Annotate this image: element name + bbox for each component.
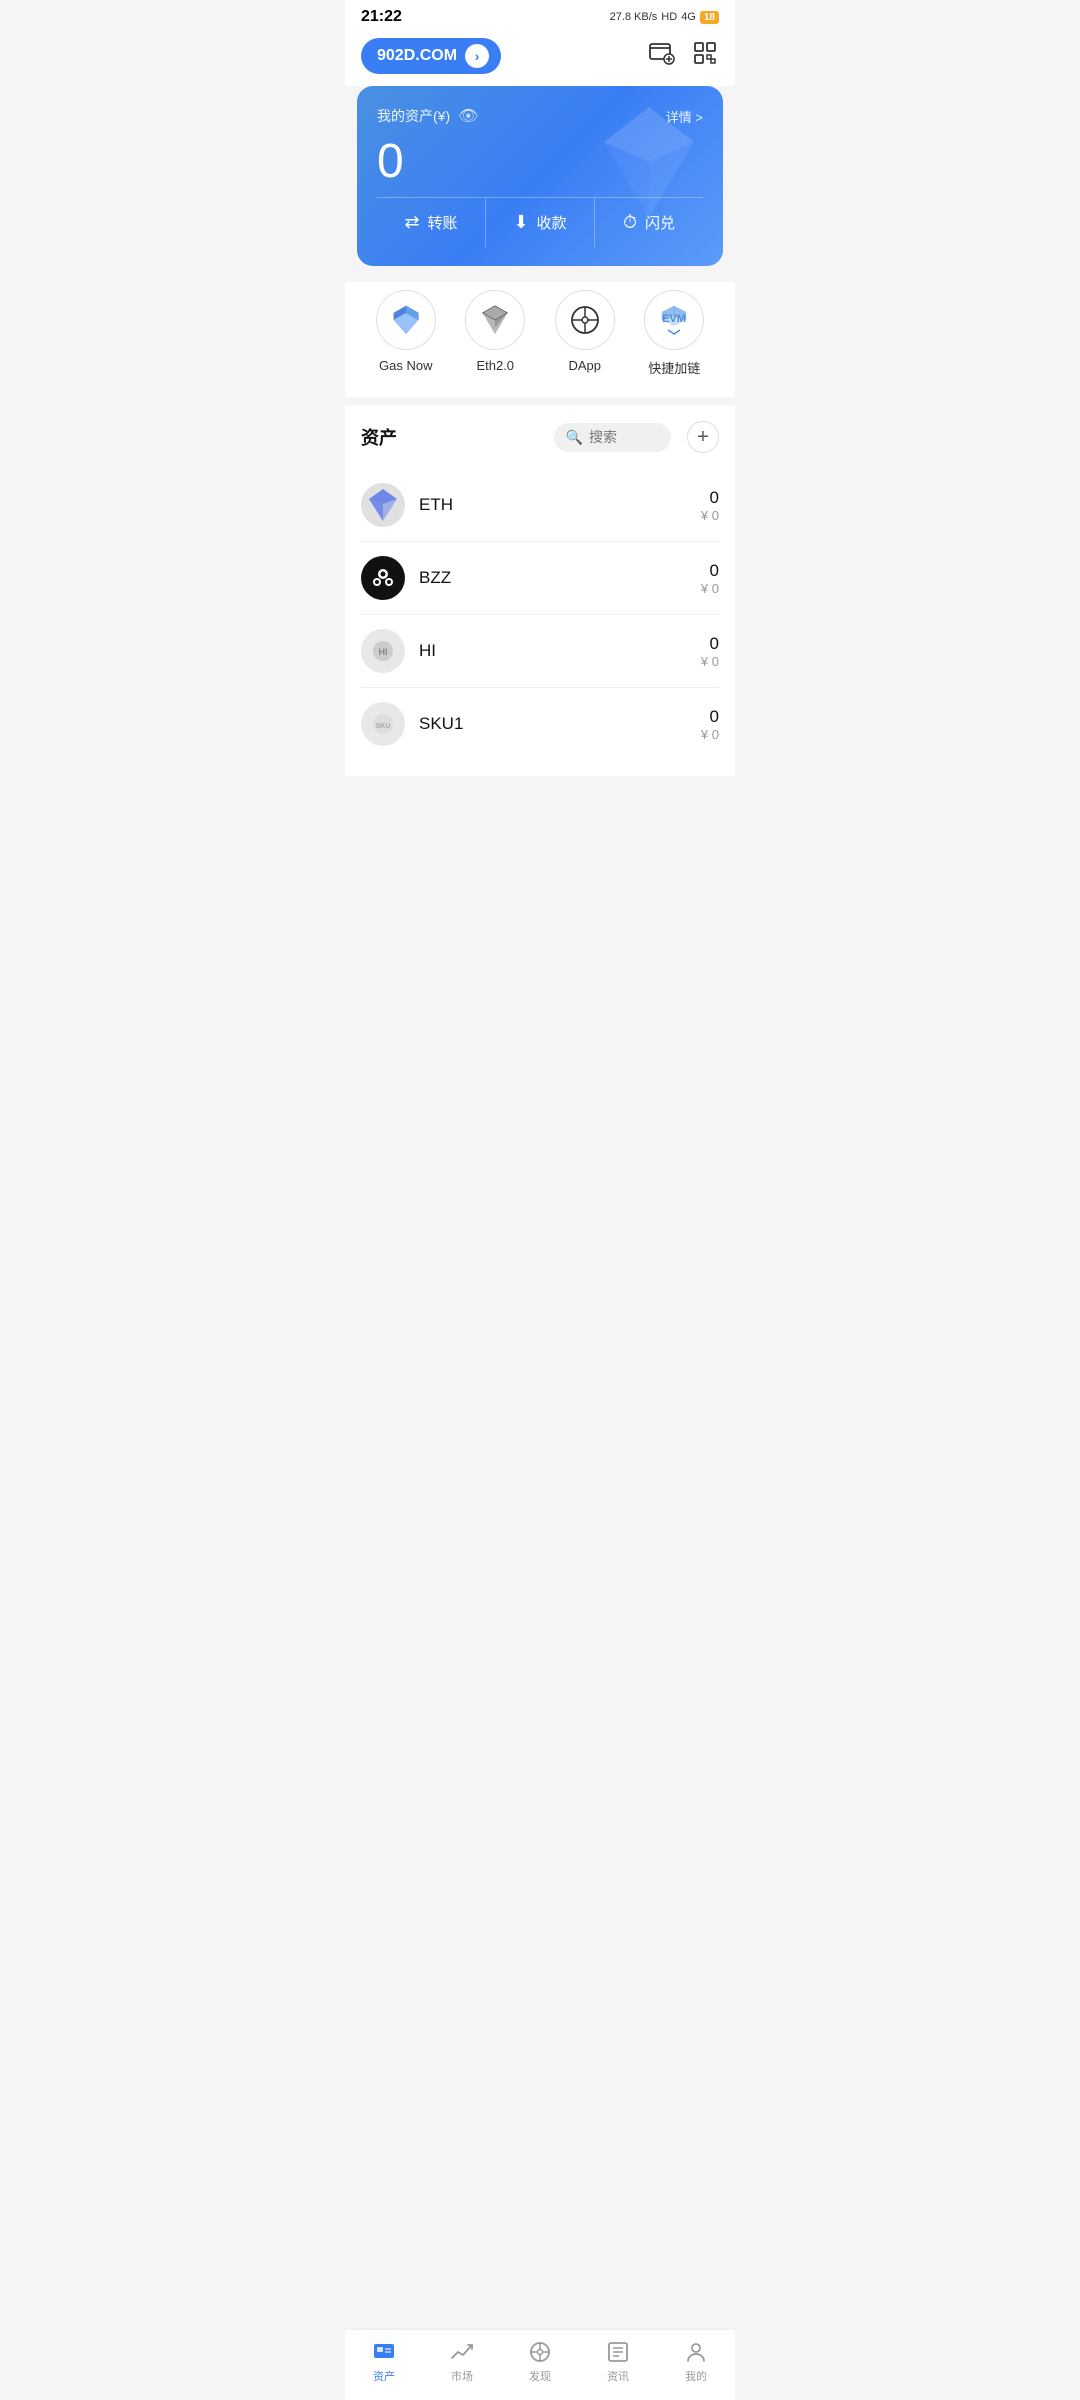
battery-indicator: 18 xyxy=(700,11,719,24)
eth-amount: 0 xyxy=(701,488,719,508)
domain-label: 902D.COM xyxy=(377,47,457,65)
sku1-token-name: SKU1 xyxy=(419,714,701,734)
quick-item-quick-chain[interactable]: EVM 快捷加链 xyxy=(644,290,704,377)
bzz-cny: ¥ 0 xyxy=(701,581,719,596)
hd-badge: HD xyxy=(661,11,677,23)
asset-label: 我的资产(¥) 👁 xyxy=(377,106,478,126)
market-nav-label: 市场 xyxy=(451,2368,473,2384)
hi-cny: ¥ 0 xyxy=(701,654,719,669)
gas-now-icon-circle xyxy=(376,290,436,350)
svg-text:SKU: SKU xyxy=(376,723,391,730)
domain-arrow-icon: › xyxy=(465,44,489,68)
news-nav-icon xyxy=(606,2340,630,2364)
status-bar: 21:22 27.8 KB/s HD 4G 18 xyxy=(345,0,735,30)
transfer-label: 转账 xyxy=(428,212,458,233)
quick-item-eth2[interactable]: Eth2.0 xyxy=(465,290,525,377)
token-item-sku1[interactable]: SKU SKU1 0 ¥ 0 xyxy=(361,688,719,760)
eth-token-name: ETH xyxy=(419,495,701,515)
eth2-label: Eth2.0 xyxy=(476,358,514,373)
assets-nav-label: 资产 xyxy=(373,2368,395,2384)
asset-label-text: 我的资产(¥) xyxy=(377,106,450,126)
sku1-logo: SKU xyxy=(361,702,405,746)
discover-nav-label: 发现 xyxy=(529,2368,551,2384)
assets-title: 资产 xyxy=(361,424,397,450)
bzz-amounts: 0 ¥ 0 xyxy=(701,561,719,596)
quick-menu: Gas Now Eth2.0 xyxy=(345,282,735,397)
add-wallet-icon[interactable] xyxy=(647,39,675,74)
eye-icon[interactable]: 👁 xyxy=(458,106,478,126)
bzz-logo xyxy=(361,556,405,600)
dapp-label: DApp xyxy=(568,358,601,373)
status-time: 21:22 xyxy=(361,8,402,26)
profile-nav-icon xyxy=(684,2340,708,2364)
transfer-action[interactable]: ⇄ 转账 xyxy=(377,198,485,247)
token-item-hi[interactable]: HI HI 0 ¥ 0 xyxy=(361,615,719,688)
news-nav-label: 资讯 xyxy=(607,2368,629,2384)
receive-action[interactable]: ⬇ 收款 xyxy=(485,198,594,247)
sku1-cny: ¥ 0 xyxy=(701,727,719,742)
scan-icon[interactable] xyxy=(691,39,719,74)
nav-item-discover[interactable]: 发现 xyxy=(528,2340,552,2384)
sku1-amount: 0 xyxy=(701,707,719,727)
search-box[interactable]: 🔍 xyxy=(554,423,671,452)
add-token-button[interactable]: + xyxy=(687,421,719,453)
eth-amounts: 0 ¥ 0 xyxy=(701,488,719,523)
nav-item-market[interactable]: 市场 xyxy=(450,2340,474,2384)
header-icons xyxy=(647,39,719,74)
eth-logo xyxy=(361,483,405,527)
sku1-amounts: 0 ¥ 0 xyxy=(701,707,719,742)
hi-logo: HI xyxy=(361,629,405,673)
network-indicator: 4G xyxy=(681,11,696,23)
bottom-nav: 资产 市场 发现 资讯 xyxy=(345,2329,735,2400)
quick-item-dapp[interactable]: DApp xyxy=(555,290,615,377)
hi-amounts: 0 ¥ 0 xyxy=(701,634,719,669)
bzz-amount: 0 xyxy=(701,561,719,581)
eth-cny: ¥ 0 xyxy=(701,508,719,523)
market-nav-icon xyxy=(450,2340,474,2364)
token-item-bzz[interactable]: BZZ 0 ¥ 0 xyxy=(361,542,719,615)
receive-icon: ⬇ xyxy=(513,212,528,233)
assets-header: 资产 🔍 + xyxy=(361,421,719,453)
hi-token-name: HI xyxy=(419,641,701,661)
asset-card: 我的资产(¥) 👁 详情 > 0 ⇄ 转账 ⬇ 收款 ⏱ 闪兑 xyxy=(357,86,723,266)
token-item-eth[interactable]: ETH 0 ¥ 0 xyxy=(361,469,719,542)
eth2-icon-circle xyxy=(465,290,525,350)
bzz-token-name: BZZ xyxy=(419,568,701,588)
receive-label: 收款 xyxy=(537,212,567,233)
search-input[interactable] xyxy=(589,429,659,445)
discover-nav-icon xyxy=(528,2340,552,2364)
quick-chain-icon-circle: EVM xyxy=(644,290,704,350)
status-icons: 27.8 KB/s HD 4G 18 xyxy=(610,11,719,24)
assets-section: 资产 🔍 + ETH 0 ¥ 0 xyxy=(345,405,735,776)
asset-detail-link[interactable]: 详情 > xyxy=(666,107,703,126)
gas-now-label: Gas Now xyxy=(379,358,432,373)
nav-item-assets[interactable]: 资产 xyxy=(372,2340,396,2384)
svg-text:HI: HI xyxy=(379,647,388,657)
speed-indicator: 27.8 KB/s xyxy=(610,11,658,23)
transfer-icon: ⇄ xyxy=(404,212,419,233)
domain-pill[interactable]: 902D.COM › xyxy=(361,38,501,74)
hi-amount: 0 xyxy=(701,634,719,654)
quick-item-gas-now[interactable]: Gas Now xyxy=(376,290,436,377)
nav-item-profile[interactable]: 我的 xyxy=(684,2340,708,2384)
quick-chain-label: 快捷加链 xyxy=(648,358,700,377)
search-icon: 🔍 xyxy=(566,429,583,446)
dapp-icon-circle xyxy=(555,290,615,350)
nav-item-news[interactable]: 资讯 xyxy=(606,2340,630,2384)
header: 902D.COM › xyxy=(345,30,735,86)
assets-nav-icon xyxy=(372,2340,396,2364)
profile-nav-label: 我的 xyxy=(685,2368,707,2384)
